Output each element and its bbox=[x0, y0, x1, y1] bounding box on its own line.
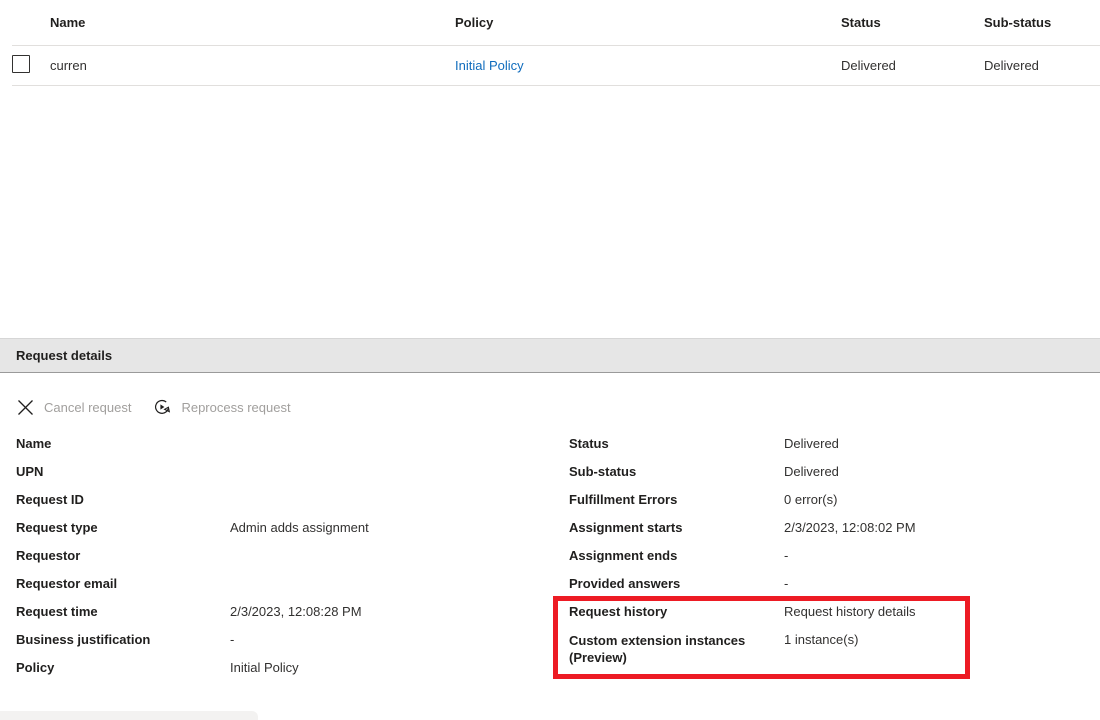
table-header-row: Name Policy Status Sub-status bbox=[12, 0, 1100, 46]
field-request-id: Request ID bbox=[16, 492, 556, 520]
field-custom-extension-instances-label: Custom extension instances bbox=[569, 632, 784, 649]
field-assignment-starts-label: Assignment starts bbox=[569, 520, 784, 535]
field-custom-extension-instances-label-preview: (Preview) bbox=[569, 649, 784, 666]
close-icon bbox=[14, 396, 36, 418]
field-request-type-label: Request type bbox=[16, 520, 230, 535]
column-header-name[interactable]: Name bbox=[50, 15, 455, 30]
field-status: Status Delivered bbox=[569, 436, 1049, 464]
field-requestor-email-label: Requestor email bbox=[16, 576, 230, 591]
field-assignment-ends-value: - bbox=[784, 548, 788, 563]
field-policy: Policy Initial Policy bbox=[16, 660, 556, 688]
field-fulfillment-errors-label: Fulfillment Errors bbox=[569, 492, 784, 507]
field-request-type: Request type Admin adds assignment bbox=[16, 520, 556, 548]
requests-table: Name Policy Status Sub-status curren Ini… bbox=[0, 0, 1100, 86]
column-header-policy[interactable]: Policy bbox=[455, 15, 841, 30]
reprocess-request-button[interactable]: Reprocess request bbox=[151, 391, 290, 423]
cell-name: curren bbox=[50, 58, 455, 73]
row-checkbox-cell[interactable] bbox=[12, 55, 50, 76]
cell-policy-link[interactable]: Initial Policy bbox=[455, 58, 524, 73]
field-sub-status: Sub-status Delivered bbox=[569, 464, 1049, 492]
field-name: Name bbox=[16, 436, 556, 464]
cell-sub-status: Delivered bbox=[984, 58, 1100, 73]
request-details-header: Request details bbox=[0, 338, 1100, 373]
table-row[interactable]: curren Initial Policy Delivered Delivere… bbox=[12, 46, 1100, 86]
field-requestor-email: Requestor email bbox=[16, 576, 556, 604]
field-assignment-starts-value: 2/3/2023, 12:08:02 PM bbox=[784, 520, 916, 535]
field-business-justification-value: - bbox=[230, 632, 234, 647]
field-name-label: Name bbox=[16, 436, 230, 451]
field-custom-extension-instances: Custom extension instances (Preview) 1 i… bbox=[569, 632, 1049, 678]
field-assignment-ends: Assignment ends - bbox=[569, 548, 1049, 576]
request-details-title: Request details bbox=[16, 348, 112, 363]
field-policy-link[interactable]: Initial Policy bbox=[230, 660, 299, 675]
column-header-sub-status[interactable]: Sub-status bbox=[984, 15, 1100, 30]
field-requestor-label: Requestor bbox=[16, 548, 230, 563]
field-request-time-value: 2/3/2023, 12:08:28 PM bbox=[230, 604, 362, 619]
field-sub-status-value: Delivered bbox=[784, 464, 839, 479]
field-provided-answers-value: - bbox=[784, 576, 788, 591]
field-provided-answers-label: Provided answers bbox=[569, 576, 784, 591]
custom-extension-instances-link[interactable]: 1 instance(s) bbox=[784, 632, 858, 647]
column-header-status[interactable]: Status bbox=[841, 15, 984, 30]
row-select-checkbox[interactable] bbox=[12, 55, 30, 73]
details-right-column: Status Delivered Sub-status Delivered Fu… bbox=[569, 436, 1049, 678]
field-request-type-value: Admin adds assignment bbox=[230, 520, 369, 535]
field-request-history-label: Request history bbox=[569, 604, 784, 619]
field-upn: UPN bbox=[16, 464, 556, 492]
cancel-request-button[interactable]: Cancel request bbox=[14, 391, 131, 423]
cell-status: Delivered bbox=[841, 58, 984, 73]
field-policy-label: Policy bbox=[16, 660, 230, 675]
field-status-value: Delivered bbox=[784, 436, 839, 451]
details-left-column: Name UPN Request ID Request type Admin a… bbox=[16, 436, 556, 688]
field-request-id-label: Request ID bbox=[16, 492, 230, 507]
cancel-request-label: Cancel request bbox=[44, 400, 131, 415]
field-provided-answers: Provided answers - bbox=[569, 576, 1049, 604]
request-history-details-link[interactable]: Request history details bbox=[784, 604, 916, 619]
field-assignment-ends-label: Assignment ends bbox=[569, 548, 784, 563]
field-requestor: Requestor bbox=[16, 548, 556, 576]
details-command-bar: Cancel request Reprocess request bbox=[0, 390, 1100, 424]
reprocess-request-label: Reprocess request bbox=[181, 400, 290, 415]
field-request-time-label: Request time bbox=[16, 604, 230, 619]
field-request-history: Request history Request history details bbox=[569, 604, 1049, 632]
bottom-status-strip bbox=[0, 711, 258, 720]
field-assignment-starts: Assignment starts 2/3/2023, 12:08:02 PM bbox=[569, 520, 1049, 548]
field-status-label: Status bbox=[569, 436, 784, 451]
field-fulfillment-errors-value: 0 error(s) bbox=[784, 492, 837, 507]
field-upn-label: UPN bbox=[16, 464, 230, 479]
field-request-time: Request time 2/3/2023, 12:08:28 PM bbox=[16, 604, 556, 632]
field-sub-status-label: Sub-status bbox=[569, 464, 784, 479]
field-fulfillment-errors: Fulfillment Errors 0 error(s) bbox=[569, 492, 1049, 520]
field-business-justification: Business justification - bbox=[16, 632, 556, 660]
field-business-justification-label: Business justification bbox=[16, 632, 230, 647]
reprocess-icon bbox=[151, 396, 173, 418]
